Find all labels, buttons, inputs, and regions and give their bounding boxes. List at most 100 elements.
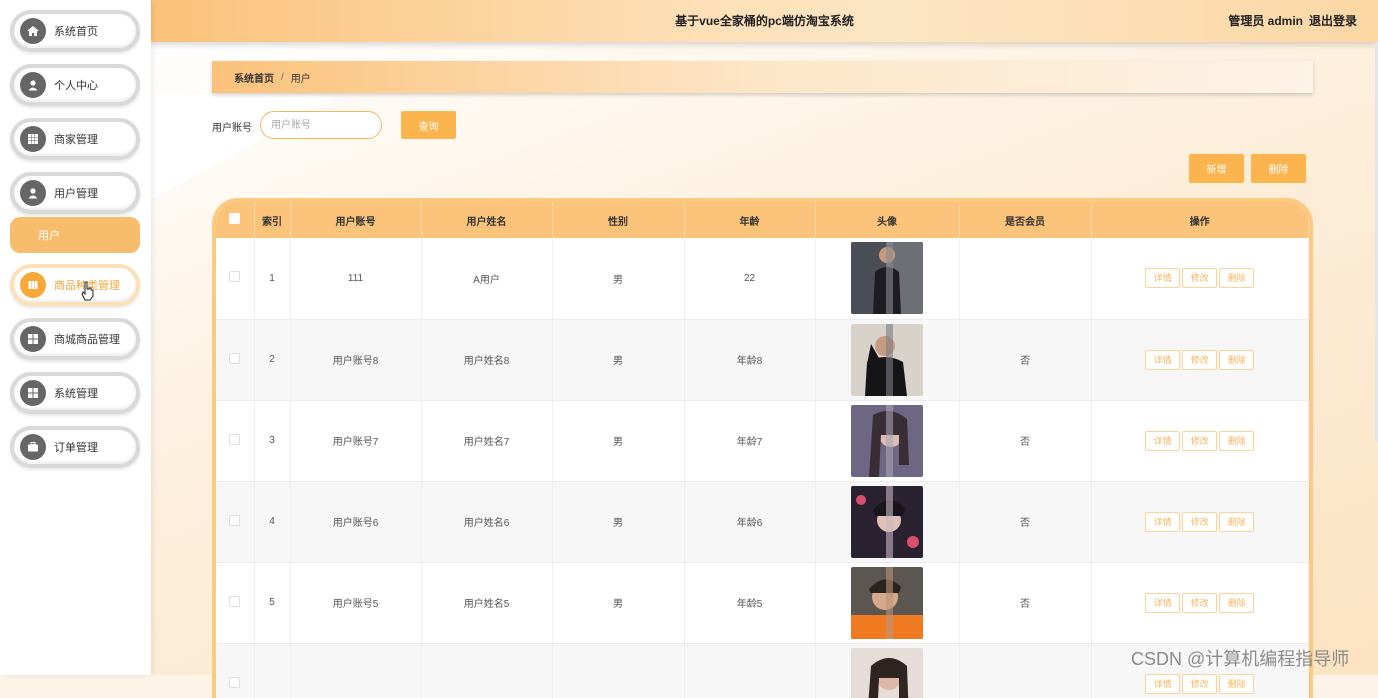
column-header: 索引 [254, 202, 290, 238]
apps-icon [20, 326, 46, 352]
row-checkbox[interactable] [229, 353, 240, 364]
user-icon [20, 72, 46, 98]
cell-account: 111 [290, 238, 421, 319]
column-header: 用户账号 [290, 202, 421, 238]
edit-button[interactable]: 修改 [1182, 350, 1217, 370]
logout-link[interactable]: 退出登录 [1309, 0, 1357, 42]
cell-member [959, 238, 1091, 319]
avatar-image [851, 648, 923, 698]
row-checkbox[interactable] [229, 596, 240, 607]
cell-account: 用户账号6 [290, 481, 421, 562]
detail-button[interactable]: 详情 [1145, 431, 1180, 451]
watermark-text: CSDN @计算机编程指导师 [1131, 645, 1349, 671]
table-row: 3 用户账号7 用户姓名7 男 年龄7 否 详情修改删除 [216, 400, 1309, 481]
delete-button[interactable]: 删除 [1219, 512, 1254, 532]
row-checkbox[interactable] [229, 677, 240, 688]
row-checkbox[interactable] [229, 271, 240, 282]
table-row: 1 111 A用户 男 22 详情修改删除 [216, 238, 1309, 319]
detail-button[interactable]: 详情 [1145, 350, 1180, 370]
nav-item-label: 系统管理 [54, 385, 98, 401]
select-all-cell[interactable] [216, 202, 254, 238]
cell-name: 用户姓名8 [421, 319, 552, 400]
delete-button[interactable]: 删除 [1219, 674, 1254, 694]
cell-gender: 男 [552, 400, 684, 481]
cell-actions: 详情修改删除 [1091, 319, 1309, 400]
nav-item-label: 用户管理 [54, 185, 98, 201]
current-user: 管理员 admin [1228, 0, 1303, 42]
edit-button[interactable]: 修改 [1182, 674, 1217, 694]
cell-index: 4 [254, 481, 290, 562]
delete-button[interactable]: 删除 [1219, 431, 1254, 451]
detail-button[interactable]: 详情 [1145, 512, 1180, 532]
cell-age: 22 [684, 238, 815, 319]
home-icon [20, 18, 46, 44]
nav-item-home[interactable]: 系统首页 [10, 10, 140, 52]
cell-name: 用户姓名5 [421, 562, 552, 643]
cell-actions: 详情修改删除 [1091, 238, 1309, 319]
nav-item-orders[interactable]: 订单管理 [10, 426, 140, 468]
detail-button[interactable]: 详情 [1145, 268, 1180, 288]
row-checkbox[interactable] [229, 515, 240, 526]
hand-cursor-icon [81, 281, 95, 301]
cell-account [290, 643, 421, 698]
cell-name: A用户 [421, 238, 552, 319]
nav-subitem-user[interactable]: 用户 [10, 217, 140, 253]
query-button[interactable]: 查询 [401, 111, 456, 139]
user-icon [20, 180, 46, 206]
cell-index [254, 643, 290, 698]
cell-account: 用户账号8 [290, 319, 421, 400]
cell-name: 用户姓名6 [421, 481, 552, 562]
add-button[interactable]: 新增 [1189, 154, 1244, 183]
detail-button[interactable]: 详情 [1145, 593, 1180, 613]
nav-item-user-management[interactable]: 用户管理 [10, 172, 140, 214]
breadcrumb-home[interactable]: 系统首页 [234, 70, 274, 85]
row-checkbox[interactable] [229, 434, 240, 445]
nav-item-system[interactable]: 系统管理 [10, 372, 140, 414]
column-header: 用户姓名 [421, 202, 552, 238]
cell-name: 用户姓名7 [421, 400, 552, 481]
cell-index: 2 [254, 319, 290, 400]
cell-gender: 男 [552, 238, 684, 319]
nav-item-label: 个人中心 [54, 77, 98, 93]
edit-button[interactable]: 修改 [1182, 593, 1217, 613]
edit-button[interactable]: 修改 [1182, 512, 1217, 532]
cell-index: 5 [254, 562, 290, 643]
cell-gender: 男 [552, 562, 684, 643]
cell-member: 否 [959, 319, 1091, 400]
cell-avatar [815, 400, 959, 481]
nav-item-category[interactable]: 商品种类管理 [10, 264, 140, 306]
nav-item-products[interactable]: 商城商品管理 [10, 318, 140, 360]
nav-item-merchant[interactable]: 商家管理 [10, 118, 140, 160]
delete-button[interactable]: 删除 [1219, 593, 1254, 613]
column-header: 头像 [815, 202, 959, 238]
table-row: 5 用户账号5 用户姓名5 男 年龄5 否 详情修改删除 [216, 562, 1309, 643]
delete-button[interactable]: 删除 [1219, 350, 1254, 370]
cell-gender [552, 643, 684, 698]
table-row: 4 用户账号6 用户姓名6 男 年龄6 否 详情修改删除 [216, 481, 1309, 562]
account-search-input[interactable] [260, 111, 382, 139]
delete-button[interactable]: 删除 [1219, 268, 1254, 288]
cell-name [421, 643, 552, 698]
edit-button[interactable]: 修改 [1182, 268, 1217, 288]
cell-avatar [815, 481, 959, 562]
apps-icon [20, 380, 46, 406]
cell-gender: 男 [552, 319, 684, 400]
edit-button[interactable]: 修改 [1182, 431, 1217, 451]
nav-item-label: 商家管理 [54, 131, 98, 147]
cell-gender: 男 [552, 481, 684, 562]
breadcrumb-separator: / [281, 72, 284, 83]
nav-item-profile[interactable]: 个人中心 [10, 64, 140, 106]
select-all-checkbox[interactable] [229, 213, 240, 224]
column-header: 操作 [1091, 202, 1309, 238]
avatar-image [851, 567, 923, 639]
cell-index: 1 [254, 238, 290, 319]
cell-account: 用户账号5 [290, 562, 421, 643]
detail-button[interactable]: 详情 [1145, 674, 1180, 694]
nav-item-label: 订单管理 [54, 439, 98, 455]
search-label: 用户账号 [212, 119, 252, 134]
cell-age: 年龄8 [684, 319, 815, 400]
cell-avatar [815, 562, 959, 643]
cell-age: 年龄5 [684, 562, 815, 643]
avatar-image [851, 405, 923, 477]
batch-delete-button[interactable]: 删除 [1251, 154, 1306, 183]
